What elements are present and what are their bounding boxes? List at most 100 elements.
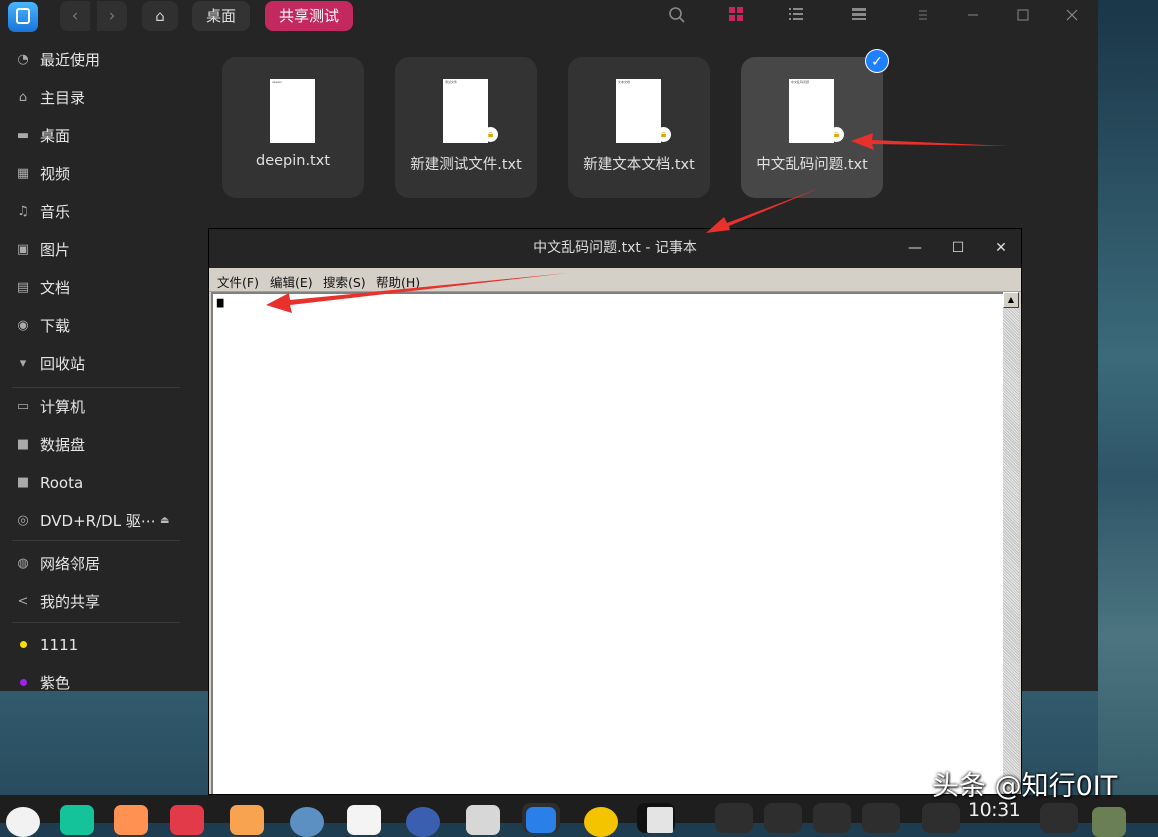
disk-icon: ■ — [16, 475, 30, 490]
chevron-right-icon[interactable] — [862, 803, 900, 833]
file-manager-app-icon — [8, 2, 38, 32]
sidebar-divider — [12, 622, 180, 623]
eject-icon[interactable]: ⏏ — [160, 504, 169, 538]
music-icon: ♫ — [17, 204, 29, 219]
chevron-left-icon: ‹ — [71, 6, 79, 26]
sidebar-item-tag-1111[interactable]: 1111 — [0, 628, 200, 662]
sidebar-item-pictures[interactable]: ▣ 图片 — [0, 233, 200, 267]
disk-icon: ■ — [16, 437, 30, 452]
sidebar-item-desktop[interactable]: ▬ 桌面 — [0, 119, 200, 153]
menu-file[interactable]: 文件(F) — [217, 272, 259, 291]
app-icon[interactable] — [584, 807, 618, 837]
sidebar-item-label: 桌面 — [40, 127, 71, 145]
microphone-icon[interactable] — [813, 803, 851, 833]
sidebar-item-videos[interactable]: ▦ 视频 — [0, 157, 200, 191]
sidebar-item-label: 视频 — [40, 165, 71, 183]
sidebar-item-downloads[interactable]: ◉ 下载 — [0, 309, 200, 343]
notepad-text-area[interactable]: ꞁꞁꞁꞁꞁꞁ — [211, 292, 1003, 794]
sidebar-divider — [12, 540, 180, 541]
notepad-taskbar-icon[interactable] — [647, 807, 673, 833]
sidebar-item-label: 数据盘 — [40, 436, 86, 454]
sidebar-item-data-disk[interactable]: ■ 数据盘 — [0, 428, 200, 462]
file-manager-icon[interactable] — [526, 807, 556, 833]
text-file-icon: 中文乱码问题 — [789, 79, 834, 143]
sidebar-item-documents[interactable]: ▤ 文档 — [0, 271, 200, 305]
watermark: 头条 @知行0IT — [932, 771, 1118, 802]
home-breadcrumb-button[interactable]: ⌂ — [142, 1, 178, 31]
notepad-titlebar[interactable]: 中文乱码问题.txt - 记事本 — ☐ ✕ — [209, 229, 1021, 268]
close-icon[interactable]: ✕ — [989, 237, 1013, 259]
scroll-up-icon[interactable]: ▲ — [1003, 292, 1019, 308]
file-name: deepin.txt — [255, 153, 331, 169]
home-icon: ⌂ — [18, 90, 28, 105]
forward-button[interactable]: › — [97, 1, 127, 31]
menu-help[interactable]: 帮助(H) — [376, 272, 420, 291]
detail-view-icon[interactable] — [848, 6, 870, 28]
settings-icon[interactable] — [406, 807, 440, 837]
file-name: 中文乱码问题.txt — [756, 157, 868, 173]
browser-icon[interactable] — [290, 807, 324, 837]
app-icon[interactable] — [60, 805, 94, 835]
sidebar-item-recent[interactable]: ◔ 最近使用 — [0, 43, 200, 77]
list-view-icon[interactable] — [785, 6, 807, 28]
sidebar-item-dvd[interactable]: ◎ DVD+R/DL 驱⋯ ⏏ — [0, 504, 200, 538]
app-icon[interactable] — [114, 805, 148, 835]
sidebar-item-my-share[interactable]: < 我的共享 — [0, 585, 200, 619]
close-icon[interactable] — [1061, 6, 1083, 28]
sidebar-item-music[interactable]: ♫ 音乐 — [0, 195, 200, 229]
tag-dot-icon — [14, 628, 32, 662]
camera-icon[interactable] — [466, 805, 500, 835]
text-file-icon: 测试文件 — [443, 79, 488, 143]
search-icon[interactable] — [666, 6, 688, 28]
sidebar-item-home[interactable]: ⌂ 主目录 — [0, 81, 200, 115]
file-item[interactable]: 测试文件 🔒︎ 新建测试文件.txt — [395, 57, 537, 198]
breadcrumb-current-folder[interactable]: 共享测试 — [265, 1, 354, 31]
menu-icon[interactable] — [912, 6, 934, 28]
notification-icon[interactable] — [922, 803, 960, 833]
share-icon: < — [17, 594, 29, 609]
launcher-icon[interactable] — [6, 807, 40, 837]
volume-icon[interactable] — [715, 803, 753, 833]
power-icon[interactable] — [1040, 803, 1078, 833]
sidebar-item-label: 音乐 — [40, 203, 71, 221]
text-file-icon: 文本文档 — [616, 79, 661, 143]
sidebar-item-computer[interactable]: ▭ 计算机 — [0, 390, 200, 424]
notepad-menubar: 文件(F) 编辑(E) 搜索(S) 帮助(H) — [209, 268, 1021, 292]
maximize-icon[interactable]: ☐ — [946, 237, 970, 259]
sidebar-item-label: 紫色 — [40, 674, 71, 692]
calendar-icon[interactable] — [347, 805, 381, 835]
trash-icon[interactable] — [1092, 807, 1126, 837]
document-icon: ▤ — [16, 280, 30, 295]
back-button[interactable]: ‹ — [60, 1, 90, 31]
file-item[interactable]: deepin deepin.txt — [222, 57, 364, 198]
sidebar-item-label: DVD+R/DL 驱⋯ — [40, 512, 156, 530]
sidebar-item-network[interactable]: ◍ 网络邻居 — [0, 547, 200, 581]
home-icon: ⌂ — [155, 7, 165, 25]
app-icon[interactable] — [230, 805, 264, 835]
menu-search[interactable]: 搜索(S) — [323, 272, 366, 291]
pen-icon[interactable] — [764, 803, 802, 833]
sidebar-item-tag-purple[interactable]: 紫色 — [0, 666, 200, 700]
notepad-title: 中文乱码问题.txt - 记事本 — [533, 240, 697, 256]
video-icon: ▦ — [16, 166, 30, 181]
terminal-icon[interactable] — [170, 805, 204, 835]
sidebar-item-roota[interactable]: ■ Roota — [0, 466, 200, 500]
file-name: 新建测试文件.txt — [410, 157, 522, 173]
breadcrumb-desktop[interactable]: 桌面 — [192, 1, 251, 31]
minimize-icon[interactable]: — — [903, 237, 927, 259]
vertical-scrollbar[interactable]: ▲ — [1003, 292, 1019, 794]
trash-icon: ▾ — [19, 356, 27, 371]
sidebar-item-trash[interactable]: ▾ 回收站 — [0, 347, 200, 381]
chevron-right-icon: › — [108, 6, 116, 26]
icon-view-icon[interactable] — [725, 6, 747, 28]
menu-edit[interactable]: 编辑(E) — [270, 272, 313, 291]
garbled-text: ꞁꞁꞁꞁꞁꞁ — [216, 295, 224, 308]
computer-icon: ▭ — [16, 399, 30, 414]
minimize-icon[interactable] — [962, 6, 984, 28]
sidebar: ◔ 最近使用 ⌂ 主目录 ▬ 桌面 ▦ 视频 ♫ 音乐 ▣ 图片 ▤ 文档 ◉ 下载 ▾ 回收站 … — [0, 42, 200, 692]
lock-icon: 🔒︎ — [656, 127, 671, 142]
maximize-icon[interactable] — [1012, 6, 1034, 28]
sidebar-item-label: 主目录 — [40, 89, 86, 107]
file-item[interactable]: 文本文档 🔒︎ 新建文本文档.txt — [568, 57, 710, 198]
file-item-selected[interactable]: 中文乱码问题 🔒︎ 中文乱码问题.txt — [741, 57, 883, 198]
